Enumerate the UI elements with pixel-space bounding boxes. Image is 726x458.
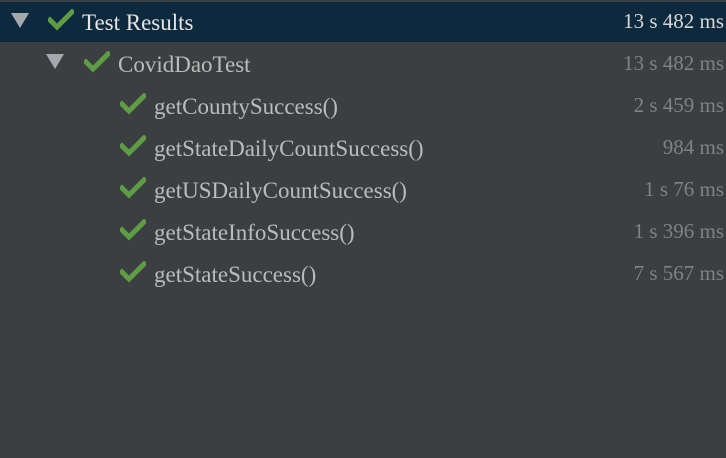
tree-row-label: CovidDaoTest xyxy=(118,52,251,77)
expand-toggle-icon[interactable] xyxy=(11,13,29,28)
tree-row-suite[interactable]: CovidDaoTest 13 s 482 ms xyxy=(0,44,726,84)
duration-text: 1 s 76 ms xyxy=(644,177,724,201)
check-icon xyxy=(120,261,146,283)
test-results-panel: Test Results 13 s 482 ms CovidDaoTest 13… xyxy=(0,0,726,458)
check-icon xyxy=(120,219,146,241)
duration-text: 13 s 482 ms xyxy=(623,9,724,33)
tree-row-test[interactable]: getStateInfoSuccess() 1 s 396 ms xyxy=(0,212,726,252)
duration-text: 7 s 567 ms xyxy=(633,261,724,285)
duration-text: 984 ms xyxy=(662,135,724,159)
tree-row-test[interactable]: getCountySuccess() 2 s 459 ms xyxy=(0,86,726,126)
check-icon xyxy=(84,51,110,73)
tree-row-label: getUSDailyCountSuccess() xyxy=(154,178,407,203)
tree-row-label: getStateSuccess() xyxy=(154,262,317,287)
check-icon xyxy=(120,177,146,199)
duration-text: 13 s 482 ms xyxy=(623,51,724,75)
duration-text: 2 s 459 ms xyxy=(633,93,724,117)
check-icon xyxy=(120,135,146,157)
expand-toggle-icon[interactable] xyxy=(46,54,64,69)
check-icon xyxy=(120,93,146,115)
check-icon xyxy=(48,9,74,31)
tree-row-test[interactable]: getUSDailyCountSuccess() 1 s 76 ms xyxy=(0,170,726,210)
tree-row-label: getStateInfoSuccess() xyxy=(154,220,355,245)
tree-row-label: getCountySuccess() xyxy=(154,94,338,119)
tree-row-test-results[interactable]: Test Results 13 s 482 ms xyxy=(0,2,726,42)
duration-text: 1 s 396 ms xyxy=(633,219,724,243)
tree-row-test[interactable]: getStateDailyCountSuccess() 984 ms xyxy=(0,128,726,168)
tree-row-label: Test Results xyxy=(82,10,194,35)
tree-row-label: getStateDailyCountSuccess() xyxy=(154,136,424,161)
tree-row-test[interactable]: getStateSuccess() 7 s 567 ms xyxy=(0,254,726,294)
